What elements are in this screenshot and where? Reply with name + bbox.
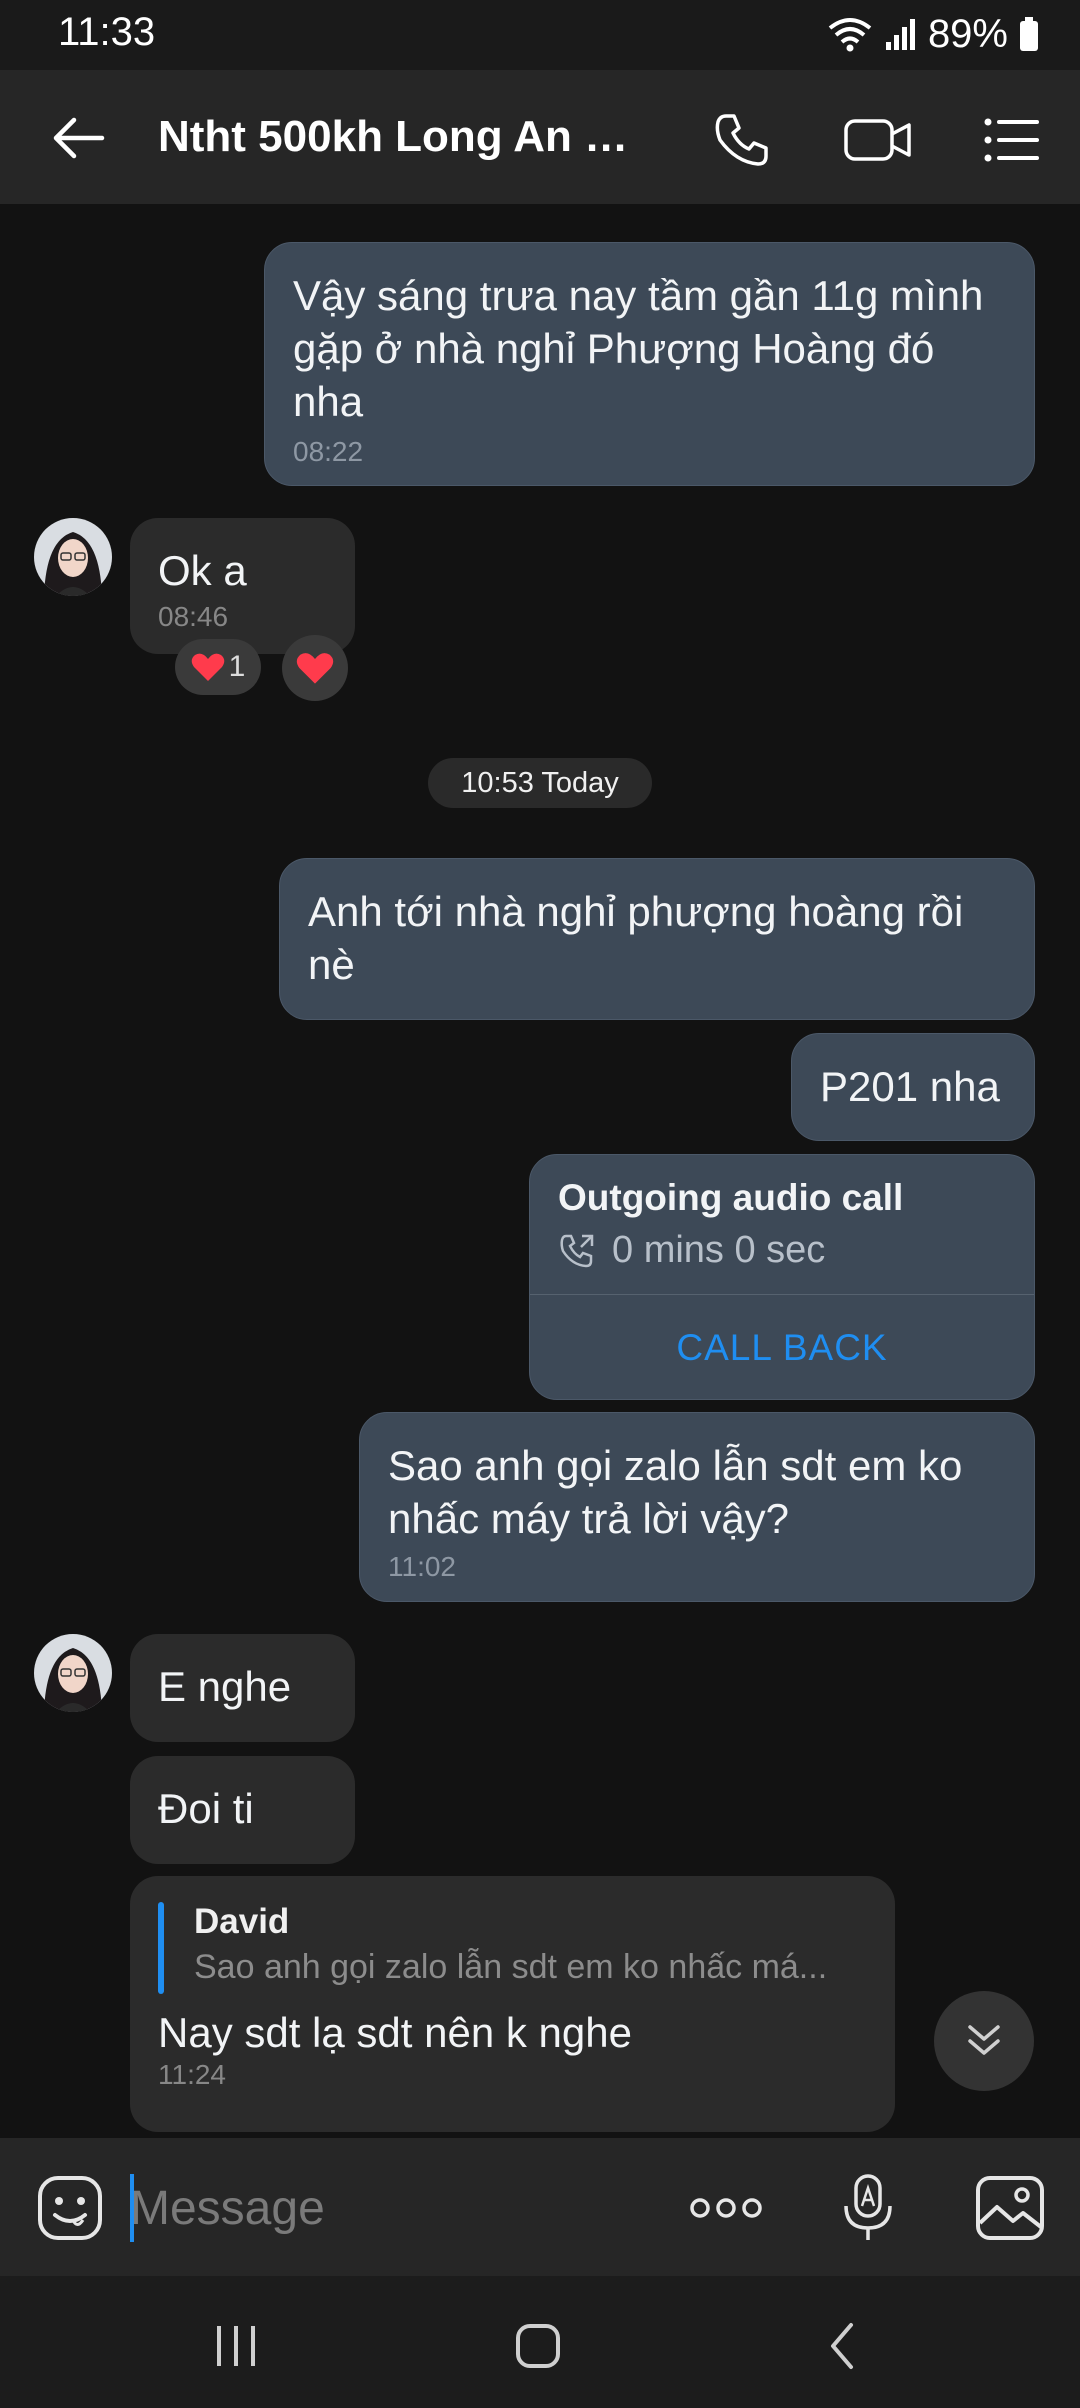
message-text: P201 nha [820,1063,1000,1110]
message-text: Anh tới nhà nghỉ phượng hoàng rồi nè [308,888,964,988]
message-text: Đoi ti [158,1785,254,1832]
list-menu-icon [984,118,1039,162]
message-text: Sao anh gọi zalo lẫn sdt em ko nhấc máy … [388,1442,963,1542]
text-cursor [130,2174,134,2242]
message-time: 08:46 [158,601,229,632]
home-icon [516,2324,560,2368]
system-navigation-bar [0,2276,1080,2408]
emoji-icon [38,2176,102,2240]
message-text: Nay sdt lạ sdt nên k nghe [158,2009,632,2056]
date-separator: 10:53 Today [428,758,652,808]
heart-icon [296,653,334,684]
chat-header: Ntht 500kh Long An 0... [0,70,1080,204]
wifi-icon [828,18,872,52]
message-bubble-incoming[interactable]: E nghe [130,1634,355,1742]
arrow-left-icon [53,117,105,159]
message-text: Ok a [158,547,247,594]
more-options-button[interactable] [684,2172,768,2244]
gallery-button[interactable] [972,2172,1048,2244]
call-duration: 0 mins 0 sec [612,1229,826,1271]
system-back-button[interactable] [802,2306,882,2386]
phone-icon [715,114,768,166]
call-back-button[interactable]: CALL BACK [530,1295,1034,1399]
reply-message-bubble[interactable]: David Sao anh gọi zalo lẫn sdt em ko nhấ… [130,1876,895,2132]
video-icon [844,119,911,161]
message-time: 11:24 [158,2059,226,2090]
avatar[interactable] [34,518,112,596]
quoted-reply[interactable]: David Sao anh gọi zalo lẫn sdt em ko nhấ… [158,1902,867,1994]
call-title: Outgoing audio call [558,1177,904,1218]
message-text: Vậy sáng trưa nay tầm gần 11g mình gặp ở… [293,272,984,425]
composer-bar [0,2138,1080,2276]
scroll-to-bottom-button[interactable] [934,1991,1034,2091]
message-bubble-outgoing[interactable]: Vậy sáng trưa nay tầm gần 11g mình gặp ở… [264,242,1035,486]
message-text: E nghe [158,1663,292,1710]
voice-input-button[interactable] [832,2168,904,2248]
recent-apps-button[interactable] [196,2306,276,2386]
chevron-double-down-icon [968,2025,1000,2055]
status-bar: 11:33 89% [0,0,1080,70]
reply-author: David [194,1902,290,1941]
quote-bar [158,1902,164,1994]
reply-snippet: Sao anh gọi zalo lẫn sdt em ko nhấc má..… [194,1948,828,1986]
chat-menu-button[interactable] [972,100,1052,180]
back-button[interactable] [40,100,116,176]
avatar[interactable] [34,1634,112,1712]
status-time: 11:33 [58,10,156,54]
avatar-image [34,518,112,596]
outgoing-call-icon [560,1234,594,1267]
message-bubble-outgoing[interactable]: P201 nha [791,1033,1035,1141]
message-bubble-incoming[interactable]: Ok a 08:46 [130,518,355,654]
mic-icon [844,2174,892,2240]
heart-icon [191,653,224,681]
home-button[interactable] [498,2306,578,2386]
emoji-button[interactable] [34,2172,106,2244]
voice-call-button[interactable] [702,100,782,180]
chat-title[interactable]: Ntht 500kh Long An 0... [158,112,638,162]
message-input[interactable] [130,2168,650,2248]
message-bubble-outgoing[interactable]: Anh tới nhà nghỉ phượng hoàng rồi nè [279,858,1035,1020]
signal-icon [885,19,915,50]
message-bubble-incoming[interactable]: Đoi ti [130,1756,355,1864]
call-back-label: CALL BACK [676,1327,888,1368]
battery-percent: 89% [927,11,1008,56]
chevron-left-icon [831,2323,853,2369]
call-card: Outgoing audio call 0 mins 0 sec CALL BA… [529,1154,1035,1400]
reaction-count: 1 [228,650,246,683]
message-time: 11:02 [388,1551,456,1582]
image-icon [976,2176,1044,2240]
message-time: 08:22 [293,436,364,467]
recents-icon [217,2326,255,2366]
video-call-button[interactable] [836,100,920,180]
battery-icon [1020,17,1038,51]
message-bubble-outgoing[interactable]: Sao anh gọi zalo lẫn sdt em ko nhấc máy … [359,1412,1035,1602]
status-icons: 89% [826,10,1040,58]
reaction-badge[interactable]: 1 [175,639,261,695]
avatar-image [34,1634,112,1712]
add-reaction-button[interactable] [282,635,348,701]
more-dots-icon [690,2198,762,2218]
